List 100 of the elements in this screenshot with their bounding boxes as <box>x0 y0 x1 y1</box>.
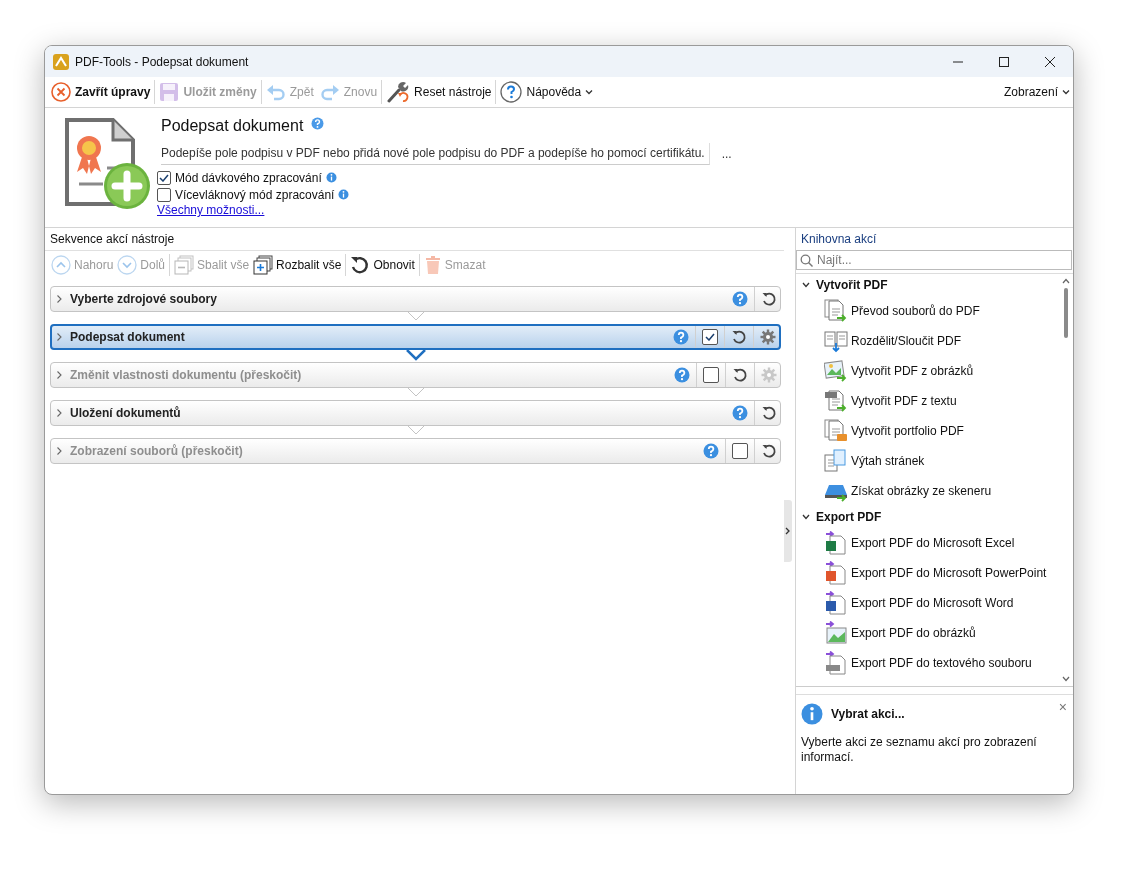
close-icon <box>1045 56 1055 67</box>
action-step[interactable]: Podepsat dokument <box>50 324 781 350</box>
scroll-up-icon <box>1062 278 1070 284</box>
action-item[interactable]: Export PDF do Microsoft PowerPoint <box>796 558 1059 588</box>
splitter-handle[interactable] <box>784 500 792 562</box>
chevron-right-icon <box>57 409 62 417</box>
sequence-toolbar-button[interactable]: Rozbalit vše <box>251 252 344 278</box>
checkbox[interactable] <box>732 443 748 459</box>
checkmark-icon <box>159 173 169 182</box>
help-icon <box>673 329 689 345</box>
help-icon <box>674 367 690 383</box>
action-item[interactable]: Vytvořit PDF z textu <box>796 386 1059 416</box>
action-item[interactable]: Převod souborů do PDF <box>796 296 1059 326</box>
undo-arrow-icon <box>265 82 286 102</box>
reset-icon <box>761 291 777 307</box>
split-documents-icon <box>824 329 848 353</box>
picture-export-icon <box>824 621 848 645</box>
picture-arrow-icon <box>824 359 848 383</box>
step-label: Zobrazení souborů (přeskočit) <box>70 444 244 458</box>
extract-pages-icon <box>824 449 848 473</box>
presentation-document-icon <box>824 561 848 585</box>
scrollbar-thumb[interactable] <box>1064 288 1068 338</box>
reset-icon <box>731 329 747 345</box>
panel-title: Knihovna akcí <box>801 232 877 246</box>
step-label: Změnit vlastnosti dokumentu (přeskočit) <box>70 368 303 382</box>
tool-title: Podepsat dokument <box>161 117 304 135</box>
help-icon <box>311 117 325 130</box>
documents-arrow-icon <box>824 299 848 323</box>
more-button[interactable]: ... <box>717 147 736 161</box>
group-label: Vytvořit PDF <box>816 278 888 292</box>
section-title: Sekvence akcí nástroje <box>50 232 175 246</box>
chevron-right-icon <box>785 527 791 535</box>
help-icon <box>732 405 748 421</box>
action-step[interactable]: Uložení dokumentů <box>50 400 781 426</box>
info-icon <box>801 703 823 725</box>
group-header[interactable]: Export PDF <box>796 506 1059 528</box>
help-icon <box>703 443 719 459</box>
search-icon <box>800 254 813 267</box>
all-options-link[interactable]: Všechny možnosti... <box>157 203 265 217</box>
step-label: Vyberte zdrojové soubory <box>70 292 218 306</box>
toolbar-button[interactable]: Nápověda <box>497 78 597 106</box>
scroll-down-icon <box>1062 676 1070 682</box>
checkbox[interactable] <box>157 170 171 185</box>
checkbox[interactable] <box>703 367 719 383</box>
action-item[interactable]: Získat obrázky ze skeneru <box>796 476 1059 506</box>
group-label: Export PDF <box>816 510 882 524</box>
trash-can-icon <box>423 255 442 275</box>
action-item[interactable]: Vytvořit portfolio PDF <box>796 416 1059 446</box>
text-document-arrow-icon <box>824 389 848 413</box>
refresh-icon <box>350 255 371 275</box>
step-label: Uložení dokumentů <box>70 406 182 420</box>
tool-description: Podepíše pole podpisu v PDF nebo přidá nové pole podpisu do PDF a podepíše ho pomocí certifikátu. <box>161 143 710 165</box>
action-step[interactable]: Vyberte zdrojové soubory <box>50 286 781 312</box>
action-item[interactable]: Export PDF do Microsoft Excel <box>796 528 1059 558</box>
toolbar-button[interactable]: Reset nástroje <box>383 78 495 106</box>
reset-icon <box>732 367 748 383</box>
redo-arrow-icon <box>319 82 340 102</box>
reset-icon <box>761 443 777 459</box>
info-title: Vybrat akci... <box>831 707 905 721</box>
group-header[interactable]: Vytvořit PDF <box>796 274 1059 296</box>
info-icon <box>338 189 350 200</box>
chevron-down-circle-icon <box>117 255 138 275</box>
spreadsheet-document-icon <box>824 531 848 555</box>
window-title: PDF-Tools - Podepsat dokument <box>75 54 250 69</box>
search-field[interactable]: Najít... <box>796 250 1072 270</box>
sequence-toolbar-button[interactable]: Obnovit <box>348 252 417 278</box>
help-icon <box>500 81 523 103</box>
action-item[interactable]: Výtah stránek <box>796 446 1059 476</box>
close-icon <box>51 82 71 102</box>
documents-briefcase-icon <box>824 419 848 443</box>
step-label: Podepsat dokument <box>70 330 186 344</box>
info-icon <box>325 172 337 183</box>
checkbox[interactable] <box>157 187 171 202</box>
word-document-icon <box>824 591 848 615</box>
action-item[interactable]: Export PDF do obrázků <box>796 618 1059 648</box>
chevron-right-icon <box>57 295 62 303</box>
collapse-all-icon <box>174 255 195 275</box>
checkmark-icon <box>705 333 715 341</box>
action-item[interactable]: Export PDF do textového souboru <box>796 648 1059 678</box>
checkbox-label: Vícevláknový mód zpracování <box>175 187 335 202</box>
action-item[interactable]: Vytvořit PDF z obrázků <box>796 356 1059 386</box>
chevron-right-icon <box>57 333 62 341</box>
reset-icon <box>761 405 777 421</box>
text-export-icon <box>824 651 848 675</box>
action-item[interactable]: Export PDF do Microsoft Word <box>796 588 1059 618</box>
expand-all-icon <box>253 255 274 275</box>
help-icon <box>732 291 748 307</box>
chevron-up-circle-icon <box>51 255 71 275</box>
chevron-right-icon <box>57 447 62 455</box>
wrench-icon <box>386 81 411 103</box>
app-logo-icon <box>53 53 69 70</box>
toolbar-button[interactable]: Zavřít úpravy <box>48 78 154 106</box>
action-item[interactable]: Rozdělit/Sloučit PDF <box>796 326 1059 356</box>
info-text: Vyberte akci ze seznamu akcí pro zobrazení informací. <box>801 735 1038 765</box>
view-menu-button[interactable]: Zobrazení <box>1000 78 1073 106</box>
maximize-icon <box>999 56 1009 67</box>
checkbox-label: Mód dávkového zpracování <box>175 170 322 185</box>
close-button[interactable]: × <box>1058 699 1067 715</box>
checkbox[interactable] <box>702 329 718 345</box>
chevron-right-icon <box>57 371 62 379</box>
